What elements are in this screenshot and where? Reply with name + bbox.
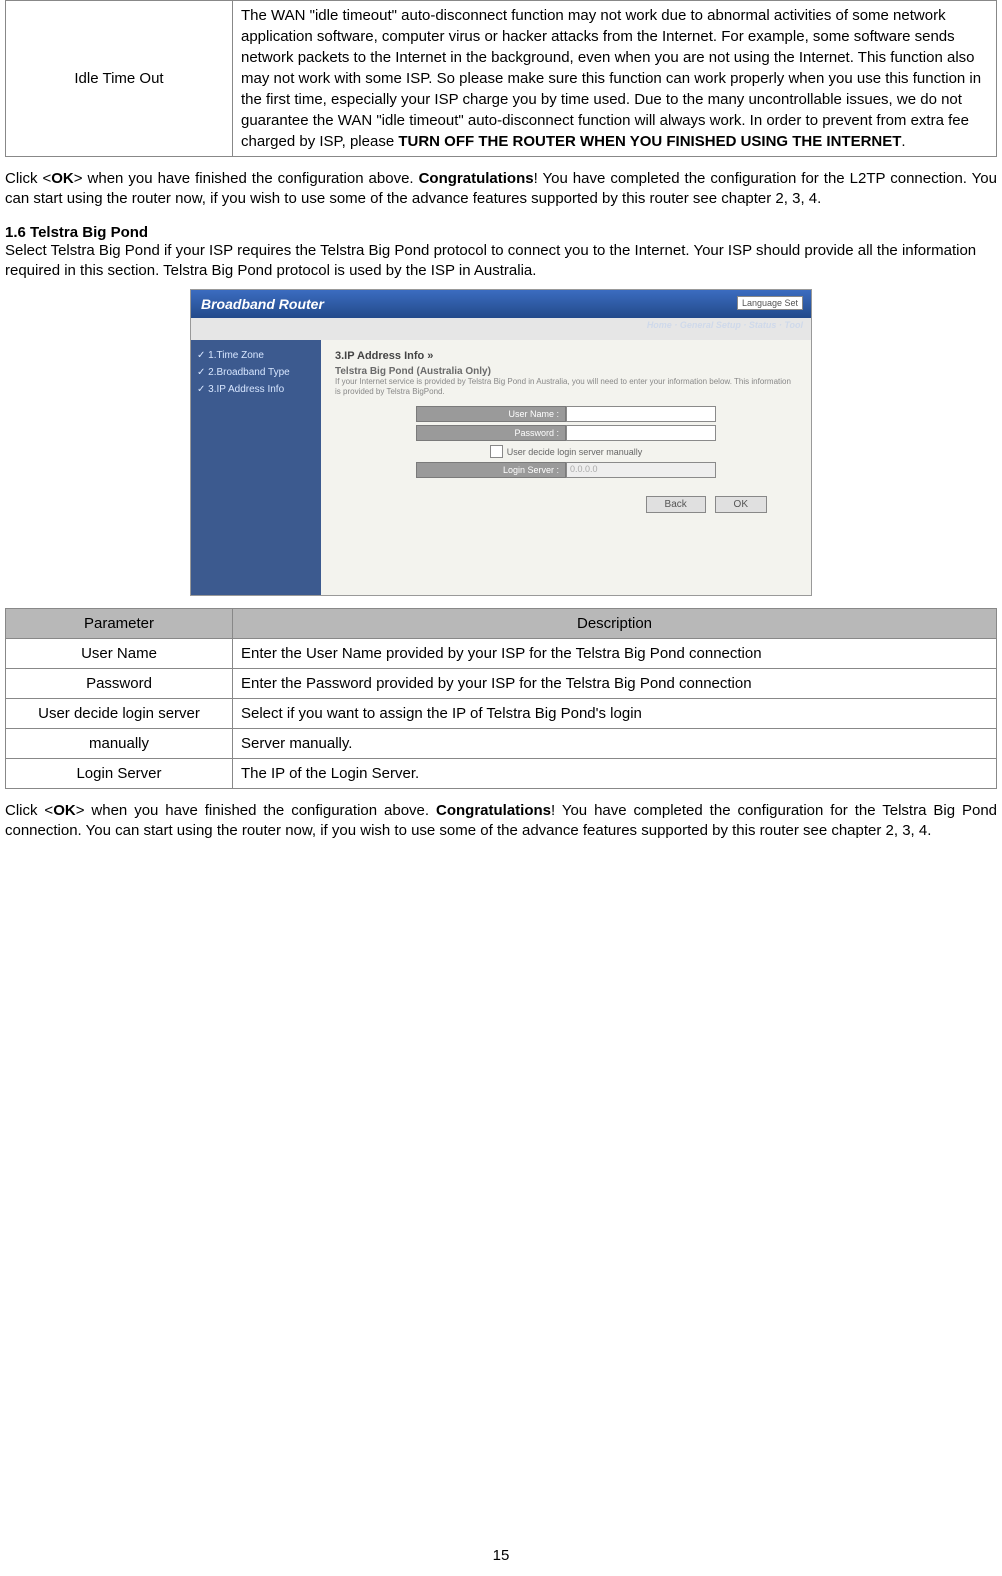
param-cell: User decide login server bbox=[6, 699, 233, 729]
desc-cell: Select if you want to assign the IP of T… bbox=[233, 699, 997, 729]
desc-cell: Enter the User Name provided by your ISP… bbox=[233, 639, 997, 669]
input-username[interactable] bbox=[566, 406, 716, 422]
parameter-table: Parameter Description User Name Enter th… bbox=[5, 608, 997, 789]
table-row: manually Server manually. bbox=[6, 729, 997, 759]
p1-ok: OK bbox=[51, 170, 74, 187]
desc-cell: Server manually. bbox=[233, 729, 997, 759]
table-row: Login Server The IP of the Login Server. bbox=[6, 759, 997, 789]
col-header-parameter: Parameter bbox=[6, 609, 233, 639]
p1-congrats: Congratulations bbox=[419, 170, 534, 187]
idle-timeout-table: Idle Time Out The WAN "idle timeout" aut… bbox=[5, 0, 997, 157]
input-password[interactable] bbox=[566, 425, 716, 441]
page-number: 15 bbox=[0, 1547, 1002, 1564]
table-row: Password Enter the Password provided by … bbox=[6, 669, 997, 699]
param-cell: manually bbox=[6, 729, 233, 759]
section-heading: 1.6 Telstra Big Pond bbox=[5, 224, 997, 241]
desc-cell: Enter the Password provided by your ISP … bbox=[233, 669, 997, 699]
section-heading-desc: Select Telstra Big Pond if your ISP requ… bbox=[5, 241, 997, 282]
router-screenshot: Broadband Router Language Set Home · Gen… bbox=[190, 289, 812, 596]
back-button[interactable]: Back bbox=[646, 496, 706, 513]
paragraph-bigpond-complete: Click <OK> when you have finished the co… bbox=[5, 801, 997, 842]
p2-congrats: Congratulations bbox=[436, 802, 551, 819]
language-select[interactable]: Language Set bbox=[737, 296, 803, 310]
sidebar-item-ip-address-info[interactable]: ✓ 3.IP Address Info bbox=[197, 384, 315, 395]
col-header-description: Description bbox=[233, 609, 997, 639]
param-cell: Login Server bbox=[6, 759, 233, 789]
label-username: User Name : bbox=[416, 406, 566, 422]
table-row: User decide login server Select if you w… bbox=[6, 699, 997, 729]
desc-end: . bbox=[901, 133, 905, 150]
ok-button[interactable]: OK bbox=[715, 496, 767, 513]
checkbox-manual-login-server[interactable] bbox=[490, 445, 503, 458]
p2-mid1: > when you have finished the configurati… bbox=[76, 802, 436, 819]
p2-pre: Click < bbox=[5, 802, 53, 819]
router-top-tabs[interactable]: Home · General Setup · Status · Tool bbox=[647, 320, 803, 330]
checkbox-label: User decide login server manually bbox=[507, 447, 643, 457]
desc-bold: TURN OFF THE ROUTER WHEN YOU FINISHED US… bbox=[398, 133, 901, 150]
idle-timeout-desc: The WAN "idle timeout" auto-disconnect f… bbox=[233, 1, 997, 157]
router-main-panel: 3.IP Address Info » Telstra Big Pond (Au… bbox=[321, 340, 811, 595]
router-sidebar: ✓ 1.Time Zone ✓ 2.Broadband Type ✓ 3.IP … bbox=[191, 340, 321, 595]
p1-pre: Click < bbox=[5, 170, 51, 187]
param-cell: User Name bbox=[6, 639, 233, 669]
panel-heading: 3.IP Address Info » bbox=[335, 350, 797, 362]
router-title: Broadband Router bbox=[201, 296, 324, 312]
idle-timeout-param: Idle Time Out bbox=[6, 1, 233, 157]
p1-mid1: > when you have finished the configurati… bbox=[74, 170, 419, 187]
panel-subheading: Telstra Big Pond (Australia Only) bbox=[335, 366, 797, 377]
panel-note: If your Internet service is provided by … bbox=[335, 377, 797, 396]
desc-text: The WAN "idle timeout" auto-disconnect f… bbox=[241, 7, 981, 150]
param-cell: Password bbox=[6, 669, 233, 699]
table-row: User Name Enter the User Name provided b… bbox=[6, 639, 997, 669]
sidebar-item-broadband-type[interactable]: ✓ 2.Broadband Type bbox=[197, 367, 315, 378]
sidebar-item-timezone[interactable]: ✓ 1.Time Zone bbox=[197, 350, 315, 361]
router-title-bar: Broadband Router Language Set Home · Gen… bbox=[191, 290, 811, 318]
paragraph-l2tp-complete: Click <OK> when you have finished the co… bbox=[5, 169, 997, 210]
label-password: Password : bbox=[416, 425, 566, 441]
label-login-server: Login Server : bbox=[416, 462, 566, 478]
p2-ok: OK bbox=[53, 802, 76, 819]
input-login-server[interactable]: 0.0.0.0 bbox=[566, 462, 716, 478]
desc-cell: The IP of the Login Server. bbox=[233, 759, 997, 789]
